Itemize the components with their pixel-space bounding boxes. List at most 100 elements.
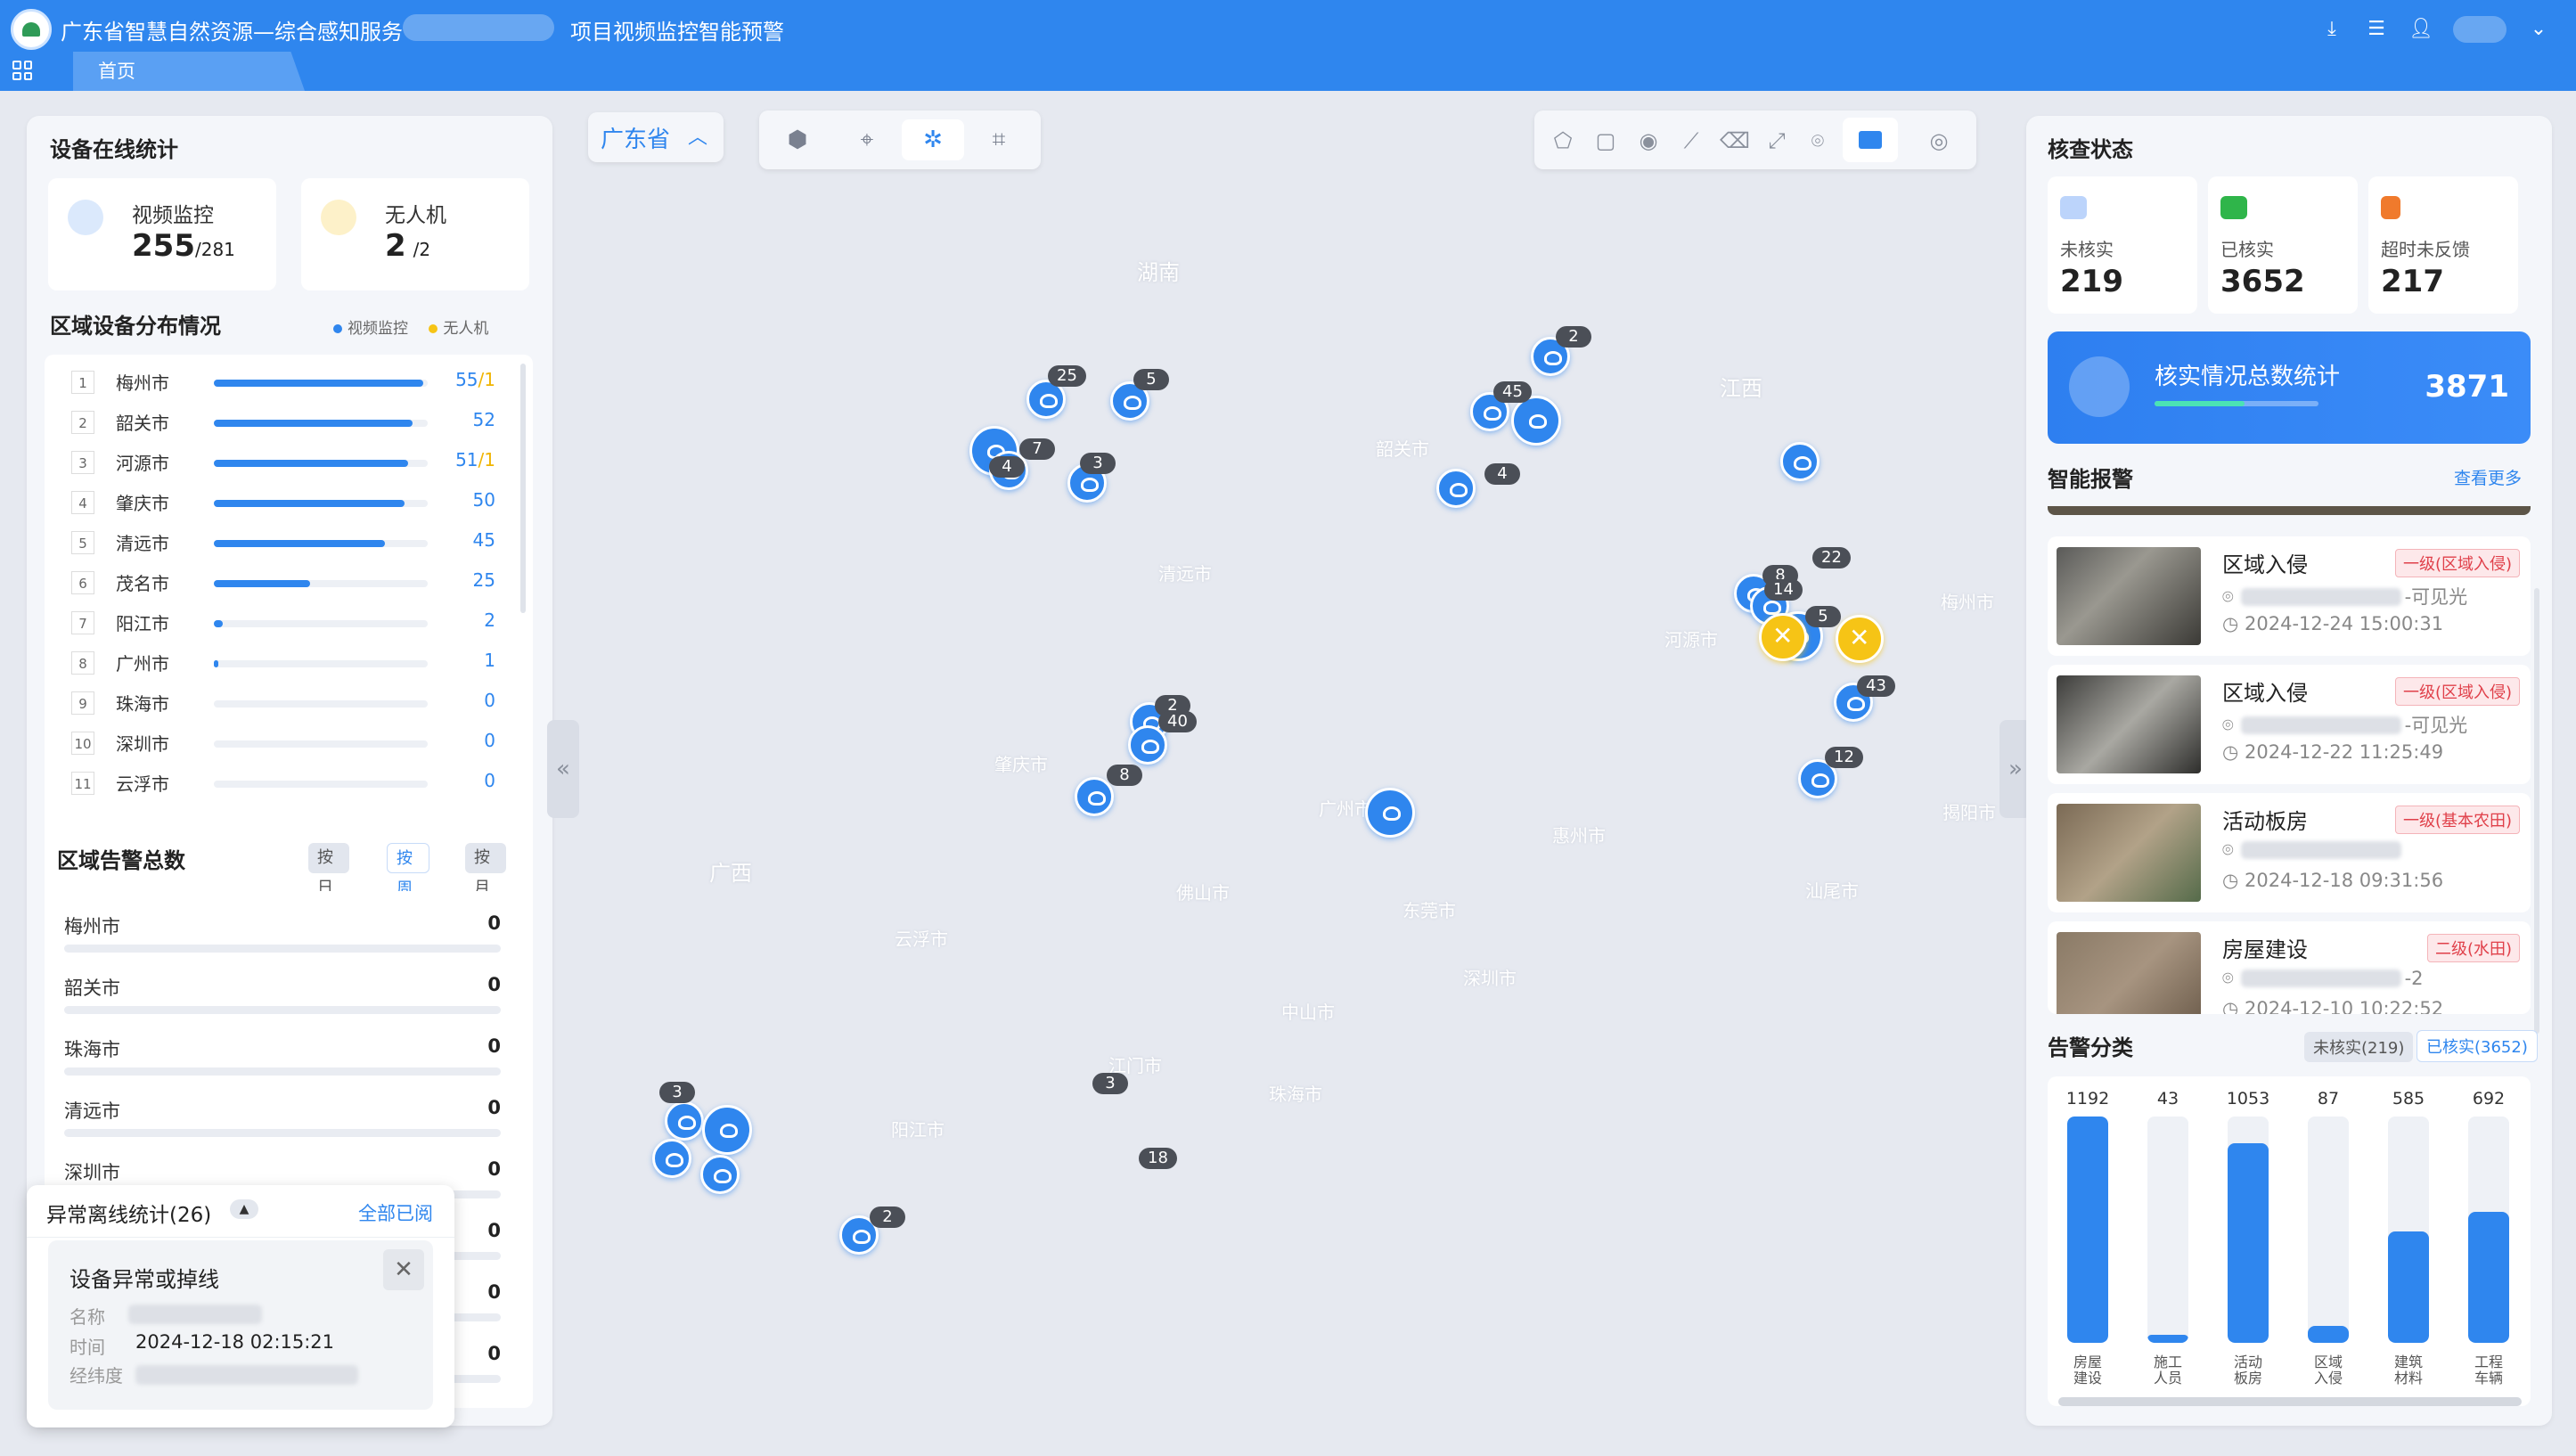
- toolbox-button[interactable]: [1843, 118, 1898, 162]
- close-icon[interactable]: ✕: [383, 1249, 424, 1290]
- bar-category-label: 工程 车辆: [2474, 1354, 2503, 1386]
- camera-marker[interactable]: [1365, 788, 1415, 838]
- btn-unverified[interactable]: 未核实(219): [2304, 1032, 2414, 1062]
- polygon-draw-icon[interactable]: ⬠: [1549, 127, 1577, 155]
- seg-day[interactable]: 按日(0): [308, 843, 349, 928]
- region-name: 清远市: [116, 533, 169, 554]
- alarm-list-item[interactable]: 区域入侵 一级(区域入侵) ⌾ -可见光 ◷ 2024-12-24 15:00:3…: [2048, 536, 2531, 656]
- overdue-card[interactable]: 超时未反馈 217: [2368, 176, 2518, 314]
- alarm-list-item[interactable]: 区域入侵 一级(区域入侵) ⌾ -可见光 ◷ 2024-12-22 11:25:4…: [2048, 665, 2531, 784]
- unverified-card[interactable]: 未核实 219: [2048, 176, 2197, 314]
- drone-marker[interactable]: [1759, 613, 1807, 661]
- camera-marker[interactable]: [1780, 442, 1820, 481]
- shield-layer-icon[interactable]: ⬢: [766, 119, 829, 160]
- region-row[interactable]: 2 韶关市 52: [45, 404, 508, 443]
- region-row[interactable]: 3 河源市 51/1: [45, 444, 508, 483]
- region-row[interactable]: 8 广州市 1: [45, 644, 508, 683]
- pin-icon: ⌾: [2222, 839, 2234, 861]
- device-count: 0: [484, 690, 495, 711]
- overdue-count: 217: [2381, 264, 2444, 299]
- alarm-count: 0: [487, 1343, 501, 1364]
- chart-scrollbar[interactable]: [2058, 1397, 2522, 1406]
- bar[interactable]: [2468, 1211, 2509, 1343]
- region-row[interactable]: 6 茂名市 25: [45, 564, 508, 603]
- location-pin-icon[interactable]: ⌾: [1803, 127, 1832, 155]
- user-icon[interactable]: 👤︎: [2408, 17, 2433, 42]
- city-label: 清远市: [1158, 563, 1212, 585]
- tab-home[interactable]: 首页: [73, 52, 305, 91]
- province-select[interactable]: 广东省 ︿: [588, 112, 724, 162]
- fullscreen-icon[interactable]: ⤢: [1762, 127, 1791, 155]
- scrollbar[interactable]: [2534, 588, 2539, 1034]
- eye-icon[interactable]: ◉: [1634, 127, 1663, 155]
- region-row[interactable]: 11 云浮市 0: [45, 765, 508, 804]
- ruler-icon[interactable]: ⟋: [1677, 127, 1705, 155]
- btn-verified[interactable]: 已核实(3652): [2417, 1030, 2538, 1062]
- rectangle-draw-icon[interactable]: ▢: [1591, 127, 1620, 155]
- alarm-list-item[interactable]: 房屋建设 二级(水田) ⌾ -2 ◷ 2024-12-10 10:22:52: [2048, 921, 2531, 1014]
- alarm-count: 0: [487, 974, 501, 995]
- device-bar: [214, 500, 428, 507]
- apps-grid-icon[interactable]: [12, 61, 32, 80]
- camera-marker[interactable]: [700, 1155, 740, 1194]
- region-row[interactable]: 5 清远市 45: [45, 524, 508, 563]
- camera-marker[interactable]: [1511, 396, 1561, 446]
- camera-marker[interactable]: [1075, 777, 1114, 816]
- region-dist-title: 区域设备分布情况: [50, 314, 221, 339]
- scrollbar[interactable]: [520, 364, 526, 613]
- camera-icon: [68, 200, 103, 235]
- cluster-count-badge: 14: [1764, 579, 1803, 601]
- scan-layer-icon[interactable]: ⌗: [968, 119, 1030, 160]
- city-label: 佛山市: [1176, 882, 1230, 904]
- collapse-left-icon[interactable]: «: [547, 720, 579, 818]
- camera-layer-icon[interactable]: ⌖: [836, 119, 898, 160]
- camera-marker[interactable]: [652, 1139, 691, 1178]
- region-name: 云浮市: [116, 773, 169, 795]
- alarm-list-item[interactable]: 活动板房 一级(基本农田) ⌾ ◷ 2024-12-18 09:31:56: [2048, 793, 2531, 912]
- drone-layer-icon[interactable]: ✲: [902, 119, 964, 160]
- drone-stat-card[interactable]: 无人机 2/2: [301, 178, 529, 290]
- bar[interactable]: [2388, 1231, 2429, 1343]
- camera-marker[interactable]: [665, 1101, 704, 1141]
- video-stat-card[interactable]: 视频监控 255/281: [48, 178, 276, 290]
- bar[interactable]: [2228, 1142, 2269, 1343]
- read-all-link[interactable]: 全部已阅: [358, 1199, 433, 1226]
- bar-track: [2067, 1117, 2108, 1343]
- menu-list-icon[interactable]: ☰: [2364, 17, 2389, 42]
- alarm-thumbnail[interactable]: [2057, 547, 2201, 645]
- device-bar: [214, 580, 428, 587]
- alarm-type: 活动板房: [2222, 809, 2308, 834]
- camera-marker[interactable]: [1436, 469, 1476, 508]
- drone-marker[interactable]: [1836, 615, 1884, 663]
- verify-total-banner: 核实情况总数统计 3871: [2048, 331, 2531, 444]
- download-icon[interactable]: ⤓: [2319, 17, 2344, 42]
- chevron-down-icon[interactable]: ⌄: [2526, 17, 2551, 42]
- alarm-thumbnail[interactable]: [2057, 675, 2201, 773]
- device-count: 1: [484, 650, 495, 671]
- bar[interactable]: [2067, 1117, 2108, 1343]
- view-more-link[interactable]: 查看更多: [2454, 465, 2522, 489]
- alarm-row: 珠海市 0: [64, 1035, 501, 1089]
- region-row[interactable]: 10 深圳市 0: [45, 724, 508, 764]
- region-row[interactable]: 9 珠海市 0: [45, 684, 508, 724]
- offline-card[interactable]: 设备异常或掉线 ✕ 名称 时间 2024-12-18 02:15:21 经纬度: [48, 1240, 433, 1410]
- collapse-caret-icon[interactable]: ▲: [230, 1199, 258, 1219]
- seg-week[interactable]: 按周(0): [387, 843, 429, 928]
- layers-icon[interactable]: ◎: [1925, 127, 1953, 155]
- region-row[interactable]: 4 肇庆市 50: [45, 484, 508, 523]
- camera-marker[interactable]: [1128, 725, 1167, 765]
- bar[interactable]: [2308, 1326, 2349, 1343]
- seg-month[interactable]: 按月(6): [465, 843, 506, 928]
- region-row[interactable]: 7 阳江市 2: [45, 604, 508, 643]
- bar-category-label: 建筑 材料: [2393, 1354, 2423, 1386]
- eraser-icon[interactable]: ⌫: [1720, 127, 1750, 155]
- map-toolbar: ⬠ ▢ ◉ ⟋ ⌫ ⤢ ⌾ ◎: [1534, 110, 1976, 169]
- region-row[interactable]: 1 梅州市 55/1: [45, 364, 508, 403]
- bar[interactable]: [2147, 1334, 2188, 1343]
- camera-marker[interactable]: [702, 1105, 752, 1155]
- city-label: 肇庆市: [994, 754, 1048, 775]
- verified-card[interactable]: 已核实 3652: [2208, 176, 2358, 314]
- alarm-thumbnail[interactable]: [2057, 804, 2201, 902]
- bar-value-label: 87: [2317, 1089, 2340, 1108]
- alarm-thumbnail[interactable]: [2057, 932, 2201, 1014]
